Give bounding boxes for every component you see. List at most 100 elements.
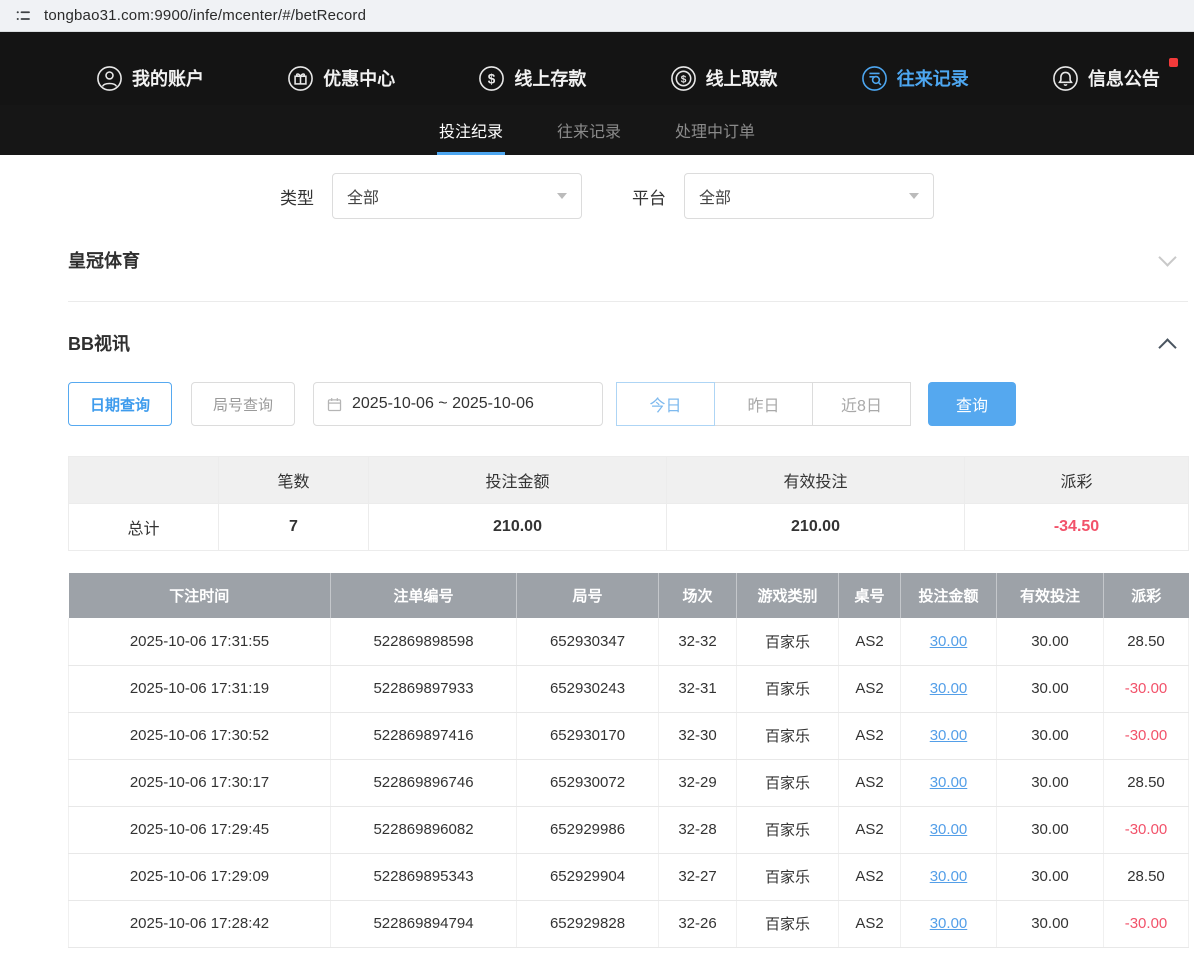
nav-item-my-account[interactable]: 我的账户 — [96, 65, 204, 92]
tab-bet-records[interactable]: 投注纪录 — [435, 105, 507, 155]
cell-bet-time: 2025-10-06 17:28:42 — [69, 900, 331, 947]
nav-item-promotions[interactable]: 优惠中心 — [287, 65, 395, 92]
nav-item-withdraw[interactable]: $ 线上取款 — [670, 65, 778, 92]
svg-text:$: $ — [488, 71, 496, 86]
cell-table-number: AS2 — [839, 853, 901, 900]
cell-payout: 28.50 — [1104, 618, 1189, 665]
date-range-input[interactable]: 2025-10-06 ~ 2025-10-06 — [313, 382, 603, 426]
cell-round-number: 652930347 — [517, 618, 659, 665]
cell-bet-id: 522869896746 — [331, 759, 517, 806]
summary-header-bet-amount: 投注金额 — [369, 457, 667, 504]
col-header-valid-bet: 有效投注 — [997, 573, 1104, 618]
cell-bet-id: 522869895343 — [331, 853, 517, 900]
date-range-value: 2025-10-06 ~ 2025-10-06 — [352, 395, 534, 413]
cell-session: 32-29 — [659, 759, 737, 806]
cell-game-type: 百家乐 — [737, 759, 839, 806]
bet-amount-link[interactable]: 30.00 — [930, 868, 968, 885]
summary-count: 7 — [219, 504, 369, 551]
cell-table-number: AS2 — [839, 665, 901, 712]
cell-bet-amount: 30.00 — [901, 759, 997, 806]
query-controls: 日期查询 局号查询 2025-10-06 ~ 2025-10-06 今日 昨日 … — [68, 382, 1188, 426]
cell-table-number: AS2 — [839, 759, 901, 806]
cell-bet-time: 2025-10-06 17:31:55 — [69, 618, 331, 665]
col-header-bet-amount: 投注金额 — [901, 573, 997, 618]
nav-item-label: 线上取款 — [706, 65, 778, 91]
nav-item-records[interactable]: 往来记录 — [861, 65, 969, 92]
tab-pending-orders[interactable]: 处理中订单 — [671, 105, 759, 155]
table-row: 2025-10-06 17:31:19 522869897933 6529302… — [69, 665, 1189, 712]
tab-transaction-records[interactable]: 往来记录 — [553, 105, 625, 155]
expand-chevron-down-icon[interactable] — [1158, 248, 1176, 266]
platform-select-value: 全部 — [699, 184, 731, 208]
cell-session: 32-30 — [659, 712, 737, 759]
cell-bet-amount: 30.00 — [901, 853, 997, 900]
deposit-coin-icon: $ — [478, 65, 505, 92]
summary-bet-amount: 210.00 — [369, 504, 667, 551]
nav-item-label: 往来记录 — [897, 65, 969, 91]
bet-amount-link[interactable]: 30.00 — [930, 821, 968, 838]
cell-table-number: AS2 — [839, 618, 901, 665]
cell-game-type: 百家乐 — [737, 665, 839, 712]
cell-payout: -30.00 — [1104, 665, 1189, 712]
cell-table-number: AS2 — [839, 712, 901, 759]
chevron-down-icon — [557, 193, 567, 199]
round-query-button[interactable]: 局号查询 — [191, 382, 295, 426]
user-icon — [96, 65, 123, 92]
table-row: 2025-10-06 17:28:42 522869894794 6529298… — [69, 900, 1189, 947]
nav-item-deposit[interactable]: $ 线上存款 — [478, 65, 586, 92]
last-8-days-button[interactable]: 近8日 — [812, 382, 911, 426]
main-content: 类型 全部 平台 全部 皇冠体育 BB视讯 日期查询 局号查询 — [68, 173, 1188, 948]
cell-bet-time: 2025-10-06 17:31:19 — [69, 665, 331, 712]
date-query-button[interactable]: 日期查询 — [68, 382, 172, 426]
col-header-round: 局号 — [517, 573, 659, 618]
cell-bet-time: 2025-10-06 17:29:09 — [69, 853, 331, 900]
bet-amount-link[interactable]: 30.00 — [930, 727, 968, 744]
col-header-bet-id: 注单编号 — [331, 573, 517, 618]
col-header-payout: 派彩 — [1104, 573, 1189, 618]
bet-amount-link[interactable]: 30.00 — [930, 680, 968, 697]
cell-session: 32-31 — [659, 665, 737, 712]
cell-bet-id: 522869896082 — [331, 806, 517, 853]
nav-item-label: 信息公告 — [1088, 65, 1160, 91]
site-info-icon[interactable] — [14, 7, 32, 25]
cell-round-number: 652929904 — [517, 853, 659, 900]
cell-session: 32-26 — [659, 900, 737, 947]
cell-round-number: 652929828 — [517, 900, 659, 947]
section-crown-sports: 皇冠体育 — [68, 247, 1188, 273]
col-header-time: 下注时间 — [69, 573, 331, 618]
cell-round-number: 652930170 — [517, 712, 659, 759]
section-bb-video: BB视讯 — [68, 330, 1188, 356]
collapse-chevron-up-icon[interactable] — [1158, 338, 1176, 356]
bet-amount-link[interactable]: 30.00 — [930, 915, 968, 932]
bet-amount-link[interactable]: 30.00 — [930, 774, 968, 791]
cell-valid-bet: 30.00 — [997, 712, 1104, 759]
cell-round-number: 652929986 — [517, 806, 659, 853]
nav-item-label: 我的账户 — [132, 65, 204, 91]
search-button[interactable]: 查询 — [928, 382, 1016, 426]
summary-valid-bet: 210.00 — [667, 504, 965, 551]
cell-bet-id: 522869894794 — [331, 900, 517, 947]
cell-bet-time: 2025-10-06 17:29:45 — [69, 806, 331, 853]
cell-valid-bet: 30.00 — [997, 900, 1104, 947]
cell-valid-bet: 30.00 — [997, 618, 1104, 665]
gift-icon — [287, 65, 314, 92]
cell-payout: -30.00 — [1104, 806, 1189, 853]
type-select[interactable]: 全部 — [332, 173, 582, 219]
today-button[interactable]: 今日 — [616, 382, 715, 426]
cell-valid-bet: 30.00 — [997, 853, 1104, 900]
col-header-session: 场次 — [659, 573, 737, 618]
platform-filter-label: 平台 — [632, 184, 666, 209]
summary-header-valid-bet: 有效投注 — [667, 457, 965, 504]
cell-payout: -30.00 — [1104, 900, 1189, 947]
notification-badge — [1169, 58, 1178, 67]
nav-item-announcements[interactable]: 信息公告 — [1052, 65, 1160, 92]
cell-table-number: AS2 — [839, 900, 901, 947]
bet-amount-link[interactable]: 30.00 — [930, 633, 968, 650]
platform-select[interactable]: 全部 — [684, 173, 934, 219]
yesterday-button[interactable]: 昨日 — [714, 382, 813, 426]
address-bar-url[interactable]: tongbao31.com:9900/infe/mcenter/#/betRec… — [44, 7, 366, 24]
summary-header-row: 笔数 投注金额 有效投注 派彩 — [69, 457, 1189, 504]
cell-round-number: 652930243 — [517, 665, 659, 712]
cell-bet-amount: 30.00 — [901, 806, 997, 853]
cell-bet-id: 522869897416 — [331, 712, 517, 759]
